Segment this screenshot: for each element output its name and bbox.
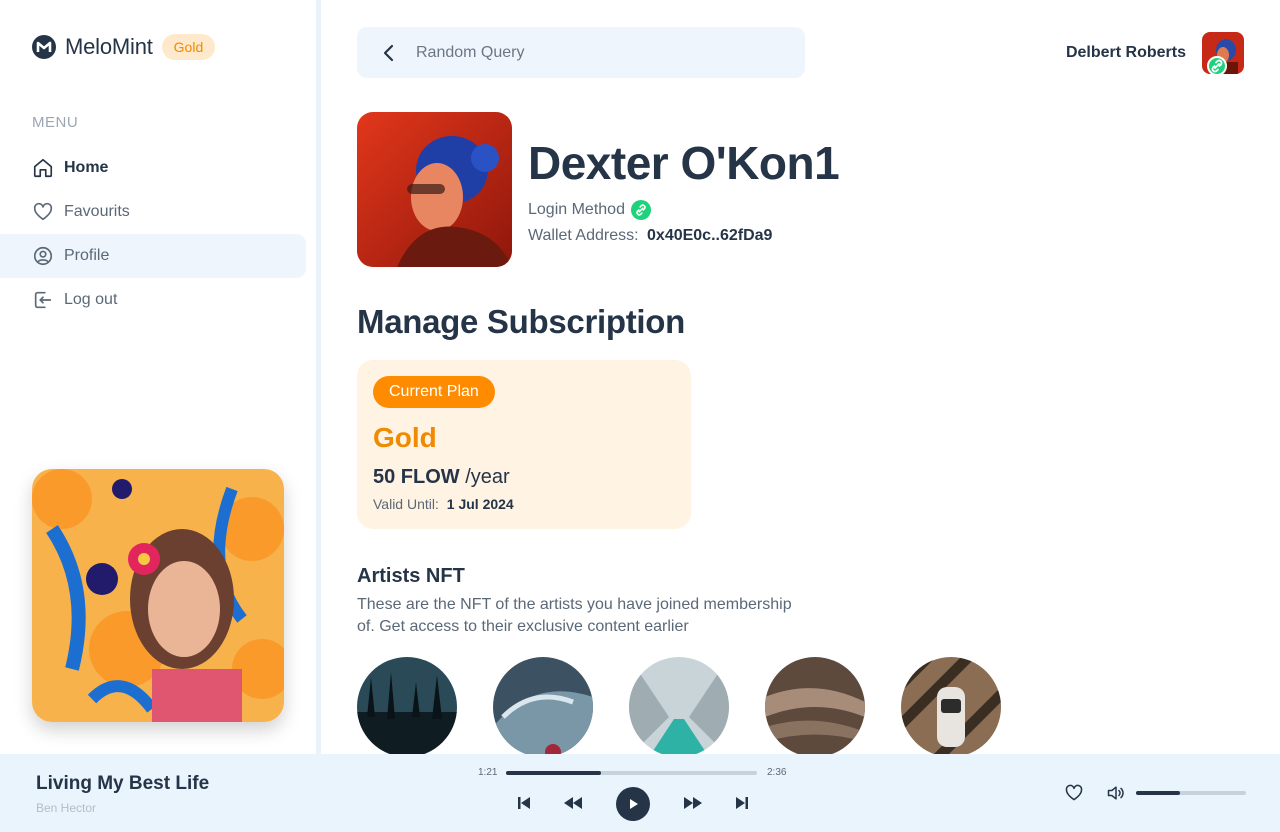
sidebar-item-label: Home [64, 159, 109, 176]
heart-icon [32, 201, 54, 223]
play-button[interactable] [616, 787, 650, 821]
nft-item-rock[interactable] [765, 657, 865, 757]
track-title[interactable]: Living My Best Life [36, 773, 209, 795]
search-bar [357, 27, 805, 78]
progress-bar[interactable] [506, 771, 757, 775]
music-player: Living My Best Life Ben Hector 1:21 2:36 [0, 754, 1280, 832]
plan-valid-until: Valid Until: 1 Jul 2024 [373, 496, 514, 512]
link-icon [630, 200, 651, 220]
wallet-label: Wallet Address: [528, 227, 639, 244]
sidebar-item-logout[interactable]: Log out [0, 278, 306, 322]
chevron-left-icon[interactable] [377, 41, 401, 65]
elapsed-time: 1:21 [478, 767, 498, 778]
current-plan-badge: Current Plan [373, 376, 495, 408]
sidebar: MeloMint Gold MENU Home Favourits Profil… [0, 0, 316, 754]
skip-next-icon[interactable] [732, 788, 752, 818]
nft-section-description: These are the NFT of the artists you hav… [357, 596, 792, 635]
featured-artwork-image[interactable] [32, 469, 284, 722]
fast-forward-icon[interactable] [681, 788, 705, 818]
volume-icon[interactable] [1105, 781, 1127, 805]
plan-price-period: /year [465, 466, 510, 488]
section-title-subscription: Manage Subscription [357, 303, 686, 340]
sidebar-item-label: Profile [64, 247, 110, 264]
user-menu[interactable]: Delbert Roberts [1065, 32, 1244, 76]
plan-price-value: 50 FLOW [373, 466, 460, 488]
sidebar-item-home[interactable]: Home [0, 146, 306, 190]
heart-icon[interactable] [1063, 781, 1085, 805]
search-input[interactable] [416, 43, 776, 62]
plan-price: 50 FLOW /year [373, 466, 510, 489]
nft-item-car[interactable] [493, 657, 593, 757]
sidebar-item-label: Log out [64, 291, 118, 308]
duration-time: 2:36 [767, 767, 787, 778]
sidebar-nav: Home Favourits Profile Log out [0, 146, 306, 322]
sidebar-item-label: Favourits [64, 203, 130, 220]
wallet-address: Wallet Address: 0x40E0c..62fDa9 [528, 227, 772, 245]
progress-fill [506, 771, 602, 775]
link-status-icon [1207, 56, 1227, 76]
nft-item-car-top[interactable] [901, 657, 1001, 757]
skip-previous-icon[interactable] [514, 788, 534, 818]
nft-item-forest[interactable] [357, 657, 457, 757]
sidebar-divider [316, 0, 321, 754]
menu-label: MENU [32, 114, 79, 131]
plan-name: Gold [373, 422, 437, 453]
user-name: Delbert Roberts [1065, 44, 1186, 61]
plan-card[interactable]: Current Plan Gold 50 FLOW /year Valid Un… [357, 360, 691, 529]
login-method: Login Method [528, 200, 651, 220]
plan-valid-label: Valid Until: [373, 496, 439, 512]
volume-slider[interactable] [1136, 791, 1246, 795]
play-icon [630, 799, 638, 809]
nft-section-title: Artists NFT [357, 565, 465, 587]
profile-photo [357, 112, 512, 267]
logo[interactable]: MeloMint Gold [32, 34, 216, 60]
user-circle-icon [32, 245, 54, 267]
rewind-icon[interactable] [561, 788, 585, 818]
tier-badge: Gold [161, 34, 216, 60]
volume-fill [1136, 791, 1180, 795]
track-artist[interactable]: Ben Hector [36, 801, 96, 815]
wallet-value[interactable]: 0x40E0c..62fDa9 [647, 227, 772, 244]
nft-item-pier[interactable] [629, 657, 729, 757]
app-name: MeloMint [65, 34, 153, 59]
profile-name: Dexter O'Kon1 [528, 137, 840, 189]
plan-valid-value: 1 Jul 2024 [446, 496, 514, 512]
login-method-label: Login Method [528, 201, 625, 218]
sidebar-item-favourits[interactable]: Favourits [0, 190, 306, 234]
logout-icon [32, 289, 54, 311]
nft-list [357, 657, 1037, 757]
melomint-logo-icon [32, 35, 56, 59]
sidebar-item-profile[interactable]: Profile [0, 234, 306, 278]
home-icon [32, 157, 54, 179]
